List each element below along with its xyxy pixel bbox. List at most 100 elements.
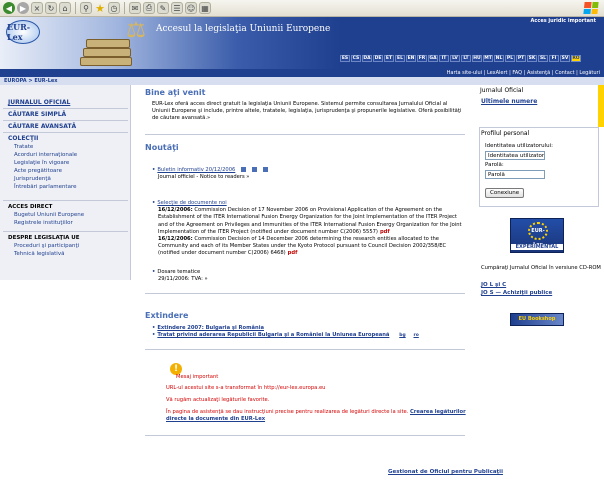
oj-s-link[interactable]: JO S — Achiziţii publice — [481, 290, 552, 296]
language-hu[interactable]: HU — [472, 55, 482, 62]
sidebar-item-case-law[interactable]: Jurisprudenţă — [14, 176, 51, 182]
language-de[interactable]: DE — [373, 55, 383, 62]
sidebar-item-budget[interactable]: Bugetul Uniunii Europene — [14, 212, 84, 218]
print-icon[interactable]: ⎙ — [143, 2, 155, 14]
sidebar-item-legislation[interactable]: Legislaţie în vigoare — [14, 160, 69, 166]
language-et[interactable]: ET — [384, 55, 394, 62]
footer-link[interactable]: Gestionat de Oficiul pentru Publicaţii — [388, 469, 503, 475]
document-description: Commission Decision of 17 November 2006 … — [158, 207, 462, 235]
edit-icon[interactable]: ✎ — [157, 2, 169, 14]
language-lv[interactable]: LV — [450, 55, 460, 62]
breadcrumb[interactable]: EUROPA > EUR-Lex — [0, 77, 604, 85]
important-url-text: URL-ul acestui site s-a transformat în h… — [166, 385, 326, 391]
extension-title: Extindere — [145, 311, 189, 320]
language-en[interactable]: EN — [406, 55, 416, 62]
bullet-icon: • — [152, 200, 156, 206]
back-icon[interactable]: ◀ — [3, 2, 15, 14]
language-ga[interactable]: GA — [428, 55, 438, 62]
accession-treaty-link[interactable]: Tratat privind aderarea Republicii Bulga… — [157, 332, 389, 338]
language-ro[interactable]: RO — [571, 55, 581, 62]
topnav-item[interactable]: Harta site-ului — [447, 70, 482, 76]
language-pt[interactable]: PT — [516, 55, 526, 62]
language-lt[interactable]: LT — [461, 55, 471, 62]
language-es[interactable]: ES — [340, 55, 350, 62]
favorites-icon[interactable]: ★ — [94, 2, 106, 15]
experimental-label: EXPERIMENTAL — [511, 244, 563, 250]
latest-issues-link[interactable]: Ultimele numere — [481, 98, 537, 105]
history-icon[interactable]: ◷ — [108, 2, 120, 14]
eurlex-experimental-banner[interactable]: EUR-Lex EXPERIMENTAL — [510, 218, 564, 253]
thematic-files-date[interactable]: 29/11/2006: TVA: » — [158, 276, 208, 282]
username-input[interactable] — [485, 151, 545, 160]
pdf-link[interactable]: pdf — [288, 250, 298, 256]
sidebar-item-technique[interactable]: Tehnică legislativă — [14, 251, 64, 257]
sidebar-item-preparatory[interactable]: Acte pregătitoare — [14, 168, 62, 174]
sidebar-divider — [3, 120, 128, 121]
language-fr[interactable]: FR — [417, 55, 427, 62]
access-link[interactable]: Acces juridic important — [531, 18, 596, 24]
left-sidebar: JURNALUL OFICIAL CĂUTARE SIMPLĂ CĂUTARE … — [0, 85, 131, 280]
sidebar-item-journal[interactable]: JURNALUL OFICIAL — [8, 99, 70, 106]
stop-icon[interactable]: × — [31, 2, 43, 14]
sidebar-item-procedures[interactable]: Proceduri şi participanţi — [14, 243, 79, 249]
bookshop-banner[interactable]: EU Bookshop — [510, 313, 564, 326]
sidebar-item-collections[interactable]: COLECŢII — [8, 135, 38, 142]
language-sk[interactable]: SK — [527, 55, 537, 62]
sidebar-item-registers[interactable]: Registrele instituţiilor — [14, 220, 73, 226]
language-sv[interactable]: SV — [560, 55, 570, 62]
language-el[interactable]: EL — [395, 55, 405, 62]
language-sl[interactable]: SL — [538, 55, 548, 62]
topnav-item[interactable]: Contact — [555, 70, 574, 76]
messenger-icon[interactable]: ☺ — [185, 2, 197, 14]
sidebar-divider — [3, 200, 128, 201]
forward-icon[interactable]: ▶ — [17, 2, 29, 14]
search-icon[interactable]: ⚲ — [80, 2, 92, 14]
topnav-item[interactable]: LexAlert — [487, 70, 508, 76]
sidebar-item-agreements[interactable]: Acorduri internaţionale — [14, 152, 77, 158]
language-da[interactable]: DA — [362, 55, 372, 62]
extension-2007-link[interactable]: Extindere 2007: Bulgaria şi România — [157, 325, 264, 331]
sidebar-item-simple-search[interactable]: CĂUTARE SIMPLĂ — [8, 111, 66, 118]
refresh-icon[interactable]: ↻ — [45, 2, 57, 14]
thematic-files-label: Dosare tematice — [157, 269, 201, 275]
topnav-item[interactable]: Legături — [579, 70, 600, 76]
language-it[interactable]: IT — [439, 55, 449, 62]
language-fi[interactable]: FI — [549, 55, 559, 62]
download-icon[interactable] — [263, 167, 269, 172]
language-cs[interactable]: CS — [351, 55, 361, 62]
document-date: 16/12/2006: — [158, 207, 193, 214]
rss-icon[interactable] — [241, 167, 247, 172]
toolbar-separator — [124, 2, 125, 14]
mail-icon[interactable] — [252, 167, 258, 172]
sidebar-item-advanced-search[interactable]: CĂUTARE AVANSATĂ — [8, 123, 76, 130]
lang-bg-link[interactable]: bg — [399, 333, 405, 338]
sidebar-item-treaties[interactable]: Tratate — [14, 144, 33, 150]
oj-l-c-link[interactable]: JO L şi C — [481, 282, 506, 288]
welcome-text: EUR-Lex oferă acces direct gratuit la le… — [152, 101, 462, 122]
mail-icon[interactable]: ✉ — [129, 2, 141, 14]
connect-button[interactable]: Conexiune — [485, 188, 525, 198]
language-pl[interactable]: PL — [505, 55, 515, 62]
pdf-link[interactable]: pdf — [380, 229, 390, 235]
sidebar-item-questions[interactable]: Întrebări parlamentare — [14, 184, 77, 190]
newsletter-link[interactable]: Buletin informativ 20/12/2006 — [157, 167, 235, 173]
scales-icon: ⚖ — [126, 18, 146, 43]
section-divider — [145, 293, 465, 294]
password-input[interactable] — [485, 170, 545, 179]
lang-ro-link[interactable]: ro — [413, 333, 418, 338]
accent-bar — [598, 85, 604, 127]
language-nl[interactable]: NL — [494, 55, 504, 62]
research-icon[interactable]: ▦ — [199, 2, 211, 14]
section-divider — [145, 349, 465, 350]
eurlex-logo[interactable]: EUR-Lex — [6, 20, 40, 44]
news-item: • Buletin informativ 20/12/2006 Journal o… — [152, 167, 464, 181]
welcome-title: Bine aţi venit — [145, 88, 206, 97]
section-divider — [145, 435, 465, 436]
home-icon[interactable]: ⌂ — [59, 2, 71, 14]
news-item: • Selecţie de documente noi 16/12/2006: C… — [152, 200, 464, 258]
discuss-icon[interactable]: ☰ — [171, 2, 183, 14]
new-documents-link[interactable]: Selecţie de documente noi — [157, 200, 226, 206]
language-mt[interactable]: MT — [483, 55, 493, 62]
topnav-item[interactable]: FAQ — [512, 70, 522, 76]
topnav-item[interactable]: Asistenţă — [527, 70, 550, 76]
